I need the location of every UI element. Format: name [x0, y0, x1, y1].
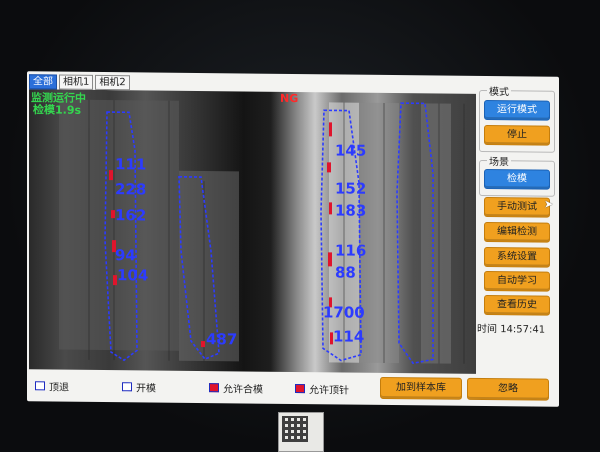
- outline-swatch-icon: [35, 380, 45, 390]
- ignore-button[interactable]: 忽略: [467, 377, 549, 401]
- roi-number: 487: [206, 330, 238, 349]
- roi-number: 104: [117, 266, 149, 285]
- edit-detection-button[interactable]: 编辑检测: [484, 222, 550, 243]
- roi-number: 111: [115, 155, 147, 174]
- mode-label: 模式: [487, 83, 511, 99]
- app-screen: 全部 相机1 相机2 监测运行中 检模1.9s NG 111 228 162 9…: [27, 71, 559, 407]
- roi-number: 94: [115, 246, 136, 265]
- clock: 时间 14:57:41: [477, 320, 545, 336]
- roi-number: 183: [335, 201, 367, 220]
- legend-label: 允许顶针: [309, 384, 349, 397]
- qr-sticker: [278, 412, 324, 452]
- roi-number: 152: [335, 179, 367, 198]
- roi-number: 228: [115, 180, 147, 199]
- auto-learn-button[interactable]: 自动学习: [484, 271, 550, 292]
- clock-value: 14:57:41: [500, 324, 546, 336]
- control-panel: 模式 运行模式 停止 场景 检模 手动测试 编辑检测 系统设置 自动学习 查看历…: [477, 80, 557, 401]
- legend-mold-open: 开模: [122, 379, 156, 395]
- outline-swatch-icon: [122, 381, 132, 391]
- legend-allow-eject: 允许顶针: [295, 381, 349, 396]
- tab-camera-2[interactable]: 相机2: [95, 74, 130, 91]
- inspect-scene-button[interactable]: 检模: [484, 169, 550, 190]
- run-mode-button[interactable]: 运行模式: [484, 100, 550, 121]
- roi-number: 116: [335, 241, 367, 260]
- inspect-time-text: 检模1.9s: [33, 103, 82, 117]
- roi-number: 88: [335, 263, 356, 282]
- roi-number: 145: [335, 141, 367, 160]
- system-settings-button[interactable]: 系统设置: [484, 247, 550, 268]
- mold-image: [59, 99, 465, 365]
- legend-label: 允许合模: [223, 383, 263, 396]
- verdict-ng-label: NG: [280, 91, 299, 106]
- qr-code-icon: [282, 416, 308, 442]
- camera-tabs: 全部 相机1 相机2: [29, 74, 130, 91]
- filled-swatch-icon: [209, 382, 219, 392]
- clock-label: 时间: [477, 323, 497, 336]
- roi-number: 114: [333, 327, 365, 346]
- legend-label: 开模: [136, 382, 156, 395]
- scene-label: 场景: [487, 153, 511, 169]
- roi-number: 1700: [323, 303, 365, 322]
- add-to-sample-library-button[interactable]: 加到样本库: [380, 376, 462, 400]
- tab-all[interactable]: 全部: [29, 74, 57, 90]
- legend-allow-close: 允许合模: [209, 380, 263, 395]
- camera-view: 监测运行中 检模1.9s NG 111 228 162 94 104 487 1…: [29, 89, 476, 374]
- manual-test-button[interactable]: 手动测试: [484, 197, 550, 218]
- tab-camera-1[interactable]: 相机1: [59, 74, 94, 90]
- mouse-cursor-icon: ➤: [544, 197, 554, 211]
- roi-number: 162: [115, 206, 147, 225]
- filled-swatch-icon: [295, 383, 305, 393]
- legend-label: 顶退: [49, 381, 69, 394]
- legend-retract: 顶退: [35, 378, 69, 394]
- stop-button[interactable]: 停止: [484, 125, 550, 146]
- view-history-button[interactable]: 查看历史: [484, 295, 550, 316]
